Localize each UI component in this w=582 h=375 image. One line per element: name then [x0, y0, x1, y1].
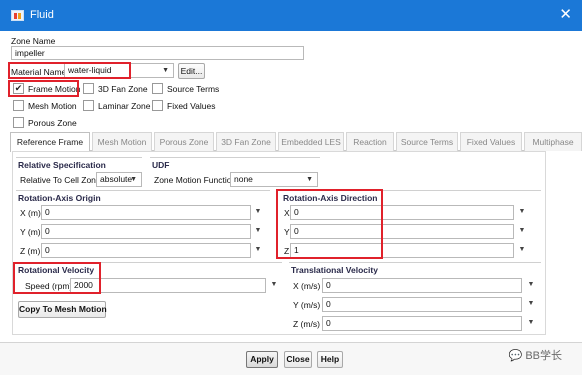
- fan-zone-label: 3D Fan Zone: [98, 84, 148, 94]
- zone-motion-function-label: Zone Motion Function: [154, 175, 237, 185]
- tab-mesh-motion[interactable]: Mesh Motion: [92, 132, 152, 151]
- watermark-text: BB学长: [525, 350, 562, 362]
- tab-3d-fan-zone[interactable]: 3D Fan Zone: [216, 132, 276, 151]
- speed-rpm-input[interactable]: 2000: [70, 278, 266, 293]
- origin-x-input[interactable]: 0: [41, 205, 251, 220]
- chevron-down-icon[interactable]: ▼: [252, 227, 264, 234]
- frame-motion-label: Frame Motion: [28, 84, 81, 94]
- source-terms-checkbox[interactable]: [152, 83, 163, 94]
- chevron-down-icon[interactable]: ▼: [525, 319, 537, 326]
- title-bar: Fluid ✕: [0, 0, 582, 31]
- relative-cell-zone-select[interactable]: absolute ▼: [96, 172, 142, 187]
- origin-y-label: Y (m): [20, 227, 41, 237]
- material-select[interactable]: water-liquid ▼: [64, 63, 174, 78]
- chevron-down-icon: ▼: [306, 176, 313, 183]
- trans-z-input[interactable]: 0: [322, 316, 522, 331]
- window-title: Fluid: [30, 9, 54, 21]
- zone-motion-function-select[interactable]: none ▼: [230, 172, 318, 187]
- tab-multiphase[interactable]: Multiphase: [524, 132, 582, 151]
- axis-origin-rule: [16, 190, 270, 191]
- tab-reaction[interactable]: Reaction: [346, 132, 394, 151]
- axis-origin-title: Rotation-Axis Origin: [18, 193, 101, 203]
- mesh-motion-checkbox[interactable]: [13, 100, 24, 111]
- trans-z-label: Z (m/s): [293, 319, 320, 329]
- translational-velocity-rule: [289, 262, 541, 263]
- chat-bubble-icon: 💬: [508, 350, 523, 362]
- fan-zone-checkbox[interactable]: [83, 83, 94, 94]
- udf-rule: [150, 157, 320, 158]
- direction-x-label: X: [284, 208, 290, 218]
- chevron-down-icon: ▼: [162, 67, 169, 74]
- relative-spec-rule: [16, 157, 142, 158]
- fixed-values-label: Fixed Values: [167, 101, 216, 111]
- relative-cell-zone-value: absolute: [100, 174, 133, 184]
- apply-button[interactable]: Apply: [246, 351, 278, 368]
- direction-y-label: Y: [284, 227, 290, 237]
- close-icon[interactable]: ✕: [559, 6, 572, 24]
- trans-x-label: X (m/s): [293, 281, 321, 291]
- origin-y-input[interactable]: 0: [41, 224, 251, 239]
- zone-name-label: Zone Name: [11, 36, 56, 46]
- chevron-down-icon[interactable]: ▼: [252, 246, 264, 253]
- tab-embedded-les[interactable]: Embedded LES: [278, 132, 344, 151]
- help-button[interactable]: Help: [317, 351, 343, 368]
- origin-z-label: Z (m): [20, 246, 41, 256]
- direction-y-input[interactable]: 0: [290, 224, 514, 239]
- mesh-motion-label: Mesh Motion: [28, 101, 77, 111]
- rotational-velocity-title: Rotational Velocity: [18, 265, 95, 275]
- direction-x-input[interactable]: 0: [290, 205, 514, 220]
- frame-motion-checkbox[interactable]: ✔: [13, 83, 24, 94]
- zone-name-input[interactable]: impeller: [11, 46, 304, 60]
- rotational-velocity-rule: [16, 262, 282, 263]
- tab-strip: Reference Frame Mesh Motion Porous Zone …: [10, 132, 582, 152]
- axis-direction-title: Rotation-Axis Direction: [283, 193, 378, 203]
- copy-to-mesh-motion-button[interactable]: Copy To Mesh Motion: [18, 301, 107, 318]
- material-value: water-liquid: [68, 65, 112, 75]
- fluent-fluid-icon: [11, 10, 24, 21]
- speed-rpm-label: Speed (rpm): [25, 281, 73, 291]
- trans-x-input[interactable]: 0: [322, 278, 522, 293]
- trans-y-input[interactable]: 0: [322, 297, 522, 312]
- laminar-zone-label: Laminar Zone: [98, 101, 151, 111]
- chevron-down-icon[interactable]: ▼: [252, 208, 264, 215]
- chevron-down-icon[interactable]: ▼: [516, 208, 528, 215]
- porous-zone-label: Porous Zone: [28, 118, 77, 128]
- porous-zone-checkbox[interactable]: [13, 117, 24, 128]
- origin-z-input[interactable]: 0: [41, 243, 251, 258]
- axis-direction-rule: [281, 190, 541, 191]
- tab-reference-frame[interactable]: Reference Frame: [10, 132, 90, 152]
- chevron-down-icon[interactable]: ▼: [268, 281, 280, 288]
- watermark: 💬 BB学长: [509, 347, 562, 363]
- zone-motion-function-value: none: [234, 174, 253, 184]
- edit-material-button[interactable]: Edit...: [178, 63, 205, 79]
- source-terms-label: Source Terms: [167, 84, 220, 94]
- tab-fixed-values[interactable]: Fixed Values: [460, 132, 522, 151]
- direction-z-label: Z: [284, 246, 290, 256]
- laminar-zone-checkbox[interactable]: [83, 100, 94, 111]
- trans-y-label: Y (m/s): [293, 300, 321, 310]
- relative-to-cell-zone-label: Relative To Cell Zone: [20, 175, 101, 185]
- udf-title: UDF: [152, 160, 170, 170]
- chevron-down-icon: ▼: [130, 176, 137, 183]
- chevron-down-icon[interactable]: ▼: [525, 281, 537, 288]
- material-name-label: Material Name: [11, 67, 67, 77]
- chevron-down-icon[interactable]: ▼: [525, 300, 537, 307]
- relative-spec-title: Relative Specification: [18, 160, 106, 170]
- direction-z-input[interactable]: 1: [290, 243, 514, 258]
- origin-x-label: X (m): [20, 208, 41, 218]
- close-button[interactable]: Close: [284, 351, 312, 368]
- chevron-down-icon[interactable]: ▼: [516, 227, 528, 234]
- tab-porous-zone[interactable]: Porous Zone: [154, 132, 214, 151]
- fixed-values-checkbox[interactable]: [152, 100, 163, 111]
- tab-source-terms[interactable]: Source Terms: [396, 132, 458, 151]
- chevron-down-icon[interactable]: ▼: [516, 246, 528, 253]
- translational-velocity-title: Translational Velocity: [291, 265, 378, 275]
